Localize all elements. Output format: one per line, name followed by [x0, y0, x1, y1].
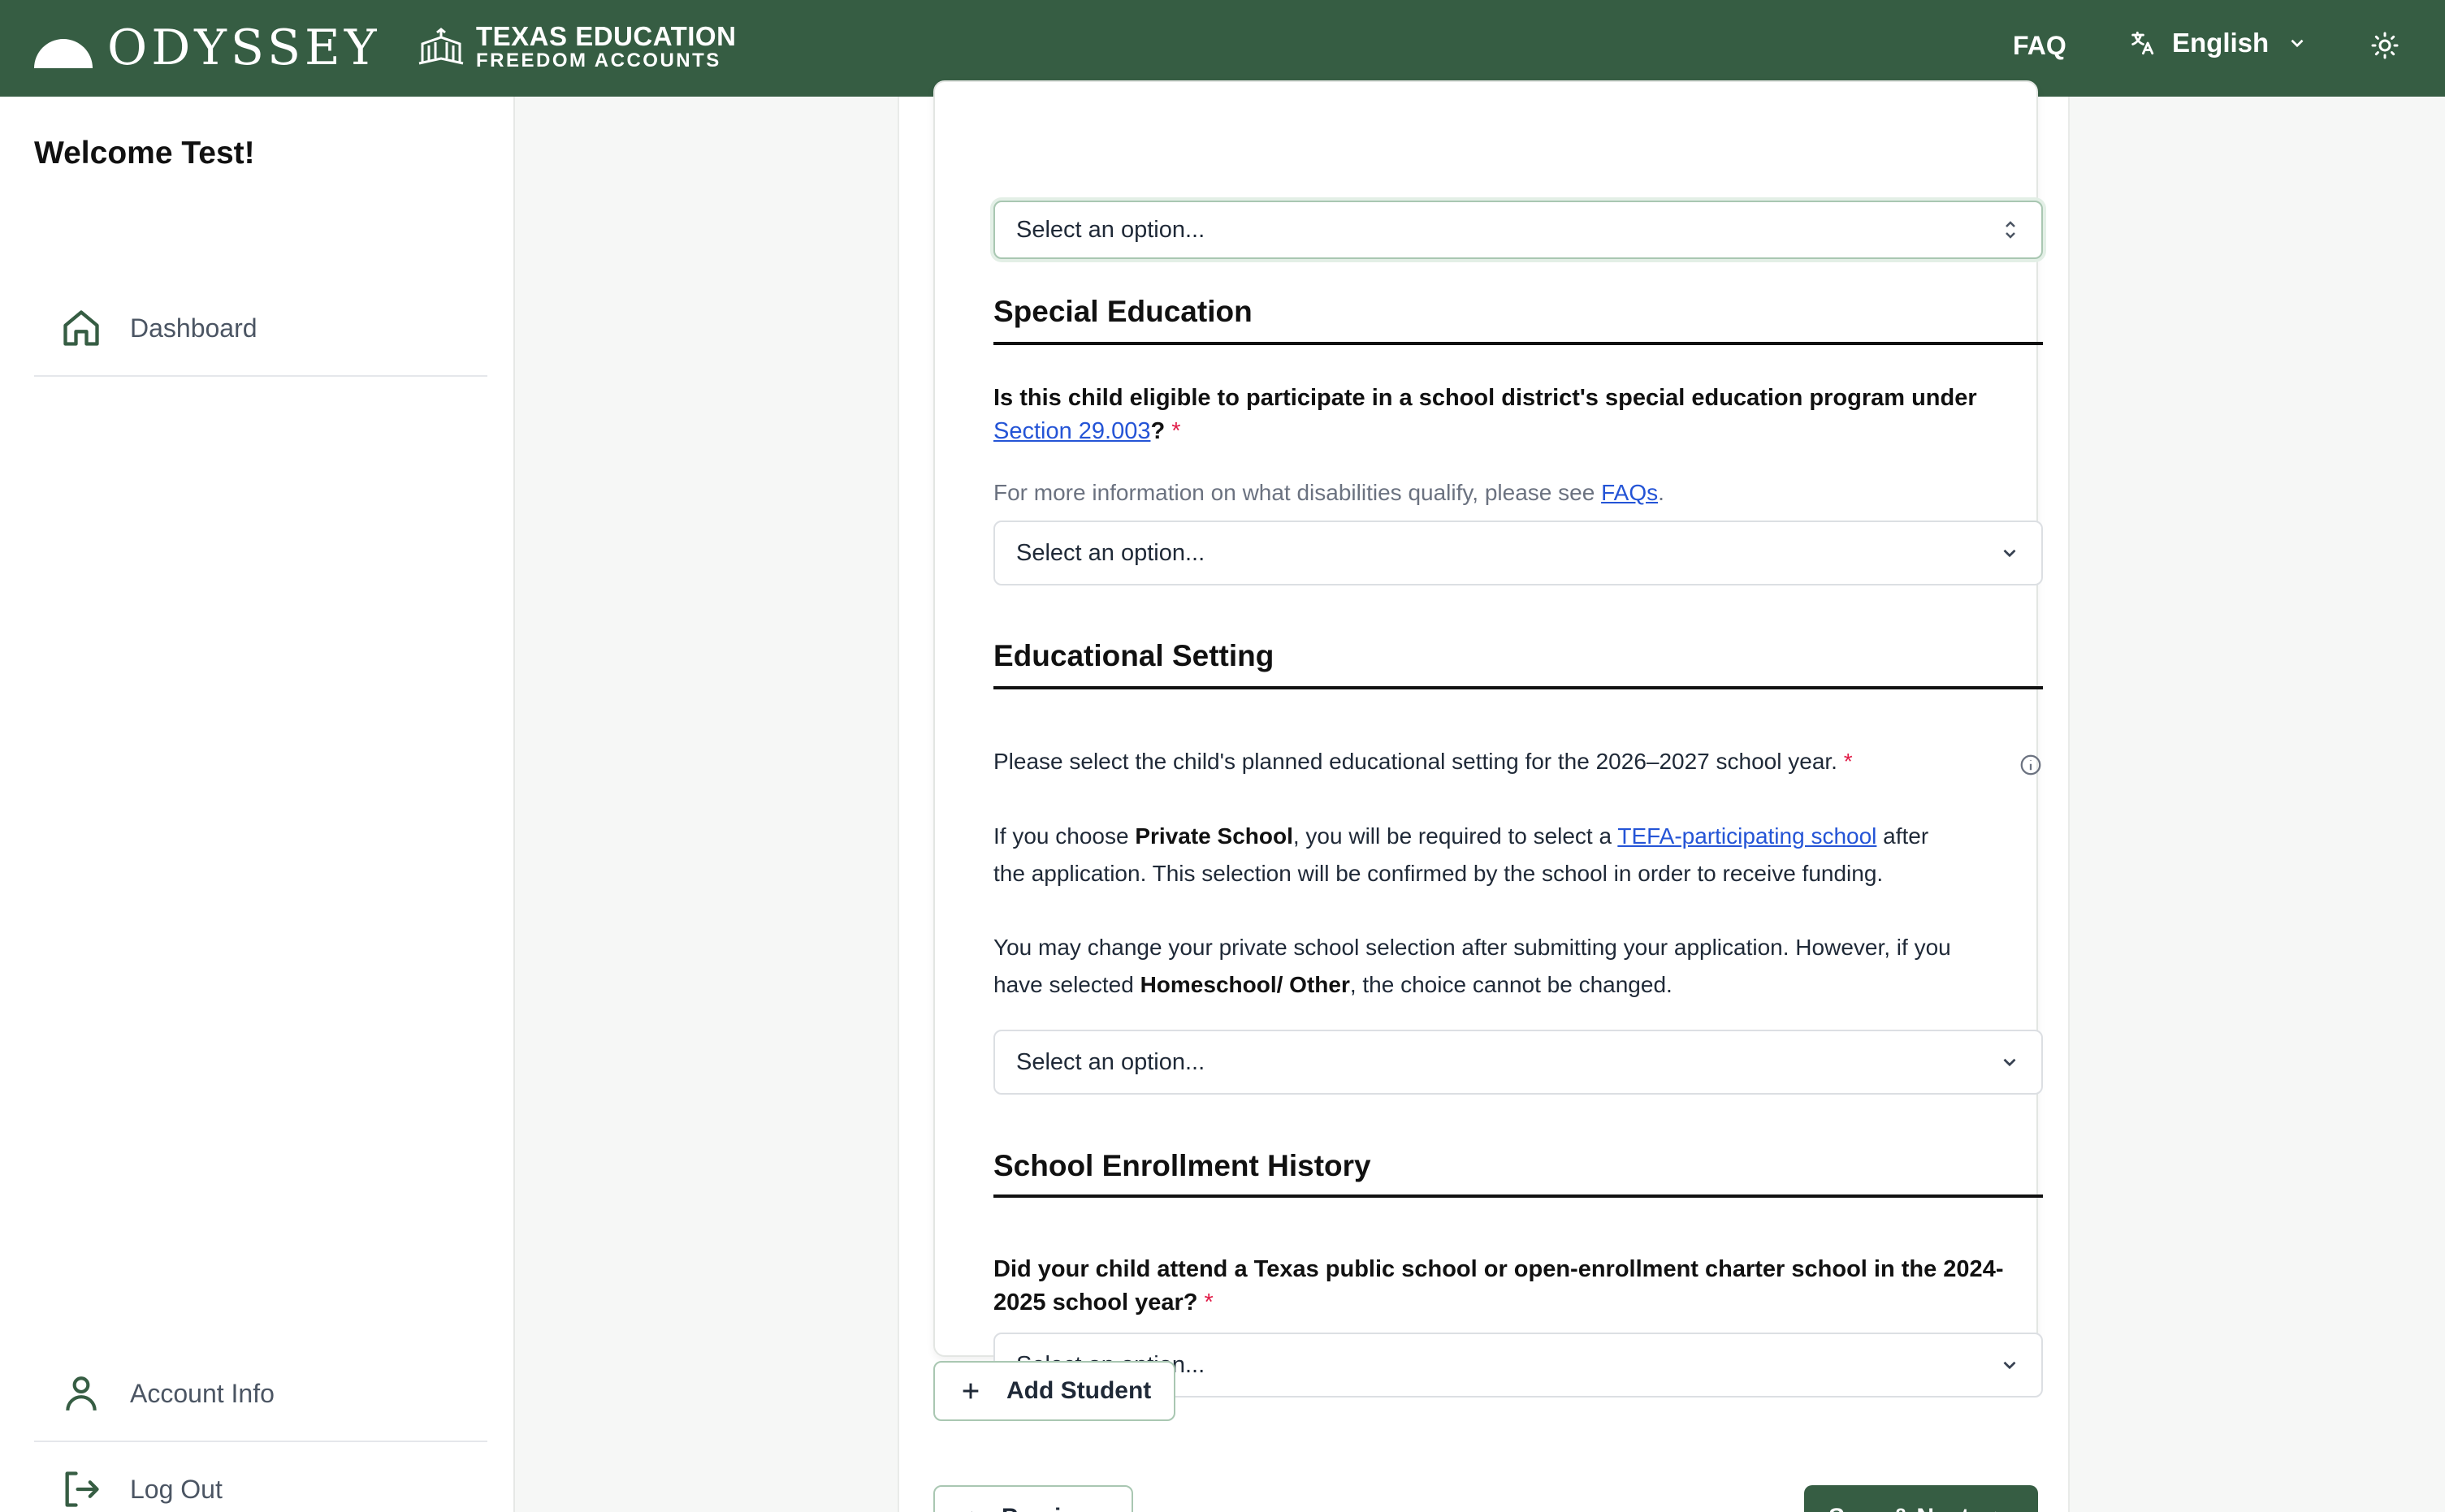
dome-icon: [34, 39, 93, 68]
tefa-line1: TEXAS EDUCATION: [476, 21, 737, 51]
question-punct: ?: [1150, 418, 1166, 444]
faqs-link[interactable]: FAQs: [1601, 480, 1658, 505]
sidebar-item-log-out[interactable]: Log Out: [34, 1442, 487, 1512]
previous-question-select[interactable]: Select an option...: [993, 201, 2043, 259]
capitol-icon: [418, 27, 464, 64]
logo-text: ODYSSEY: [107, 19, 381, 76]
sidebar-item-dashboard[interactable]: Dashboard: [34, 281, 487, 377]
school-change-note: You may change your private school selec…: [993, 929, 2043, 1004]
sidebar-item-label: Account Info: [130, 1378, 275, 1408]
user-icon: [58, 1371, 104, 1416]
tefa-participating-school-link[interactable]: TEFA-participating school: [1617, 823, 1876, 849]
translate-icon: [2131, 31, 2154, 55]
question-text: Did your child attend a Texas public sch…: [993, 1256, 2004, 1315]
sidebar-item-account-info[interactable]: Account Info: [34, 1346, 487, 1442]
main-content: Select an option... Special Education Is…: [898, 80, 2070, 1512]
educational-setting-question: Please select the child's planned educat…: [993, 743, 2043, 780]
educational-setting-heading: Educational Setting: [993, 639, 1274, 672]
plus-icon: [963, 1383, 979, 1399]
note-bold: Private School: [1135, 823, 1293, 849]
chevron-down-icon: [2003, 1058, 2016, 1067]
chevron-left-icon: [971, 1511, 972, 1512]
private-school-note: If you choose Private School, you will b…: [993, 818, 2043, 892]
note-text: , the choice cannot be changed.: [1349, 972, 1673, 997]
question-text: Is this child eligible to participate in…: [993, 385, 1977, 411]
special-education-help: For more information on what disabilitie…: [993, 480, 1664, 506]
tefa-line2: FREEDOM ACCOUNTS: [476, 50, 721, 71]
help-punct: .: [1658, 480, 1664, 505]
chevron-up-down-icon: [2006, 221, 2015, 239]
sidebar: Welcome Test! Dashboard Account Info Log…: [0, 97, 515, 1512]
chevron-down-icon: [2003, 549, 2016, 558]
home-icon: [58, 305, 104, 351]
educational-setting-select[interactable]: Select an option...: [993, 1030, 2043, 1095]
help-text: For more information on what disabilitie…: [993, 480, 1602, 505]
special-education-select[interactable]: Select an option...: [993, 521, 2043, 585]
section-divider: [993, 1194, 2043, 1198]
required-asterisk: *: [1204, 1290, 1214, 1315]
question-text: Please select the child's planned educat…: [993, 749, 1837, 774]
tefa-logo: TEXAS EDUCATION FREEDOM ACCOUNTS: [416, 23, 736, 71]
section-29003-link[interactable]: Section 29.003: [993, 418, 1150, 444]
save-next-label: Save & Next: [1828, 1504, 1969, 1512]
previous-button[interactable]: Previous: [933, 1485, 1133, 1512]
add-student-button[interactable]: Add Student: [933, 1361, 1175, 1421]
language-select[interactable]: English: [2128, 28, 2308, 58]
note-text: , you will be required to select a: [1292, 823, 1618, 849]
sidebar-item-label: Log Out: [130, 1474, 223, 1504]
student-form-card: Select an option... Special Education Is…: [933, 80, 2043, 1398]
section-divider: [993, 686, 2043, 689]
select-value: Select an option...: [1016, 216, 1205, 243]
note-text: the application. This selection will be …: [993, 861, 1884, 886]
odyssey-logo[interactable]: ODYSSEY: [34, 23, 380, 73]
sidebar-item-label: Dashboard: [130, 313, 257, 343]
special-education-heading: Special Education: [993, 295, 1253, 328]
select-value: Select an option...: [1016, 1048, 1205, 1075]
theme-toggle[interactable]: [2370, 31, 2400, 64]
faq-link[interactable]: FAQ: [2013, 31, 2066, 61]
chevron-right-icon: [1995, 1511, 1997, 1512]
note-text: after: [1876, 823, 1929, 849]
previous-label: Previous: [1002, 1504, 1105, 1512]
required-asterisk: *: [1843, 749, 1853, 774]
chevron-down-icon: [2291, 39, 2304, 48]
welcome-heading: Welcome Test!: [34, 136, 255, 171]
special-education-question: Is this child eligible to participate in…: [993, 382, 2043, 448]
section-divider: [993, 342, 2043, 345]
enrollment-history-heading: School Enrollment History: [993, 1149, 1371, 1182]
save-next-button[interactable]: Save & Next: [1804, 1485, 2038, 1512]
note-text: If you choose: [993, 823, 1136, 849]
note-text: You may change your private school selec…: [993, 935, 1951, 960]
note-bold: Homeschool/ Other: [1140, 972, 1350, 997]
logout-icon: [58, 1467, 104, 1512]
required-asterisk: *: [1171, 418, 1181, 444]
note-text: have selected: [993, 972, 1140, 997]
info-icon[interactable]: [2019, 753, 2043, 777]
chevron-down-icon: [2003, 1361, 2016, 1370]
sun-icon: [2371, 32, 2399, 59]
select-value: Select an option...: [1016, 539, 1205, 566]
add-student-label: Add Student: [1006, 1377, 1152, 1404]
language-label: English: [2172, 28, 2270, 58]
enrollment-history-question: Did your child attend a Texas public sch…: [993, 1253, 2043, 1320]
